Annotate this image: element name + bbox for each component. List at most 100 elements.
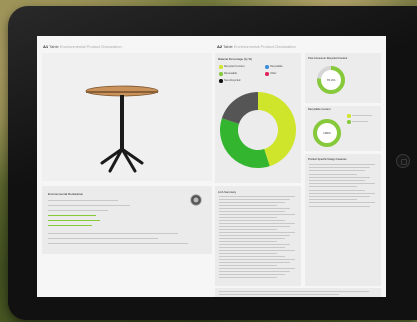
text-line: [219, 208, 290, 209]
text-line: [219, 238, 285, 239]
recycled-title: Post-Consumer Recycled Content: [308, 57, 348, 60]
text-line: [219, 241, 277, 242]
lca-title: LCA Summary: [218, 190, 237, 194]
notes-strip: [215, 288, 381, 297]
text-line: [219, 256, 285, 257]
donut-slice-other: [221, 92, 258, 124]
text-line: [219, 274, 285, 275]
info-line: [48, 210, 108, 212]
text-line: [219, 229, 277, 230]
home-button[interactable]: [396, 154, 410, 168]
text-line: [219, 265, 277, 266]
legend-label: Renewable: [224, 72, 237, 75]
info-green-line: [48, 220, 100, 222]
text-line: [219, 268, 295, 269]
materials-donut-chart: [220, 92, 296, 168]
table-image: [85, 85, 159, 173]
donut-slice-renewable: [220, 118, 270, 168]
text-line: [219, 232, 295, 233]
text-line: [219, 214, 295, 215]
left-section-title: Table: [49, 44, 59, 49]
left-section-number: A1: [43, 44, 49, 49]
table-column: [120, 95, 124, 150]
text-line: [219, 199, 290, 200]
text-line: [309, 205, 370, 207]
text-line: [219, 220, 285, 221]
text-line: [219, 235, 290, 236]
info-line: [48, 233, 178, 235]
text-line: [309, 170, 365, 172]
note-line: [219, 294, 339, 295]
text-line: [219, 196, 295, 197]
legend-swatch: [219, 65, 223, 69]
text-line: [309, 167, 370, 169]
legend-line: [352, 115, 372, 117]
legend-line: [352, 121, 368, 123]
legend-swatch: [265, 65, 269, 69]
text-line: [219, 217, 277, 218]
legend-label: Other: [270, 72, 277, 75]
text-line: [309, 202, 375, 204]
recycled-value: 76.4%: [326, 78, 336, 82]
text-line: [309, 164, 375, 165]
info-line: [48, 238, 158, 240]
left-section-header: A1 Table Environmental Product Declarati…: [43, 44, 122, 49]
right-section-title: Table: [223, 44, 233, 49]
legend-label: Recycled Content: [224, 65, 245, 68]
legend-label: Non-Recycled: [224, 79, 241, 82]
table-edge: [86, 91, 158, 93]
recyclable-panel: Recyclable Content 100%: [305, 106, 381, 151]
text-line: [219, 226, 290, 227]
legend-swatch: [347, 114, 351, 118]
text-line: [309, 192, 375, 194]
text-line: [219, 253, 277, 254]
text-line: [309, 196, 370, 197]
left-section-subtitle: Environmental Product Declaration: [59, 44, 122, 49]
info-line: [48, 200, 118, 202]
legend-swatch: [219, 72, 223, 76]
text-line: [309, 176, 370, 178]
text-line: [219, 262, 290, 263]
recyclable-value: 100%: [323, 131, 331, 135]
text-line: [219, 250, 295, 251]
text-line: [219, 223, 295, 224]
materials-panel: Material Percentage (by W) Recycled Cont…: [215, 53, 301, 183]
text-line: [309, 186, 357, 188]
features-panel: Product Specific Design Features: [305, 154, 381, 286]
text-line: [219, 202, 285, 203]
legend-label: Recyclable: [270, 65, 283, 68]
info-green-line: [48, 225, 92, 227]
info-line: [48, 243, 188, 245]
product-image-panel: [42, 53, 212, 181]
text-line: [309, 189, 365, 191]
info-line: [48, 205, 130, 207]
right-section-subtitle: Environmental Product Declaration: [233, 44, 296, 49]
text-line: [309, 173, 357, 175]
text-line: [219, 244, 290, 245]
legend-swatch: [265, 72, 269, 76]
text-line: [219, 259, 295, 260]
left-info-panel: Environmental Declaration: [42, 186, 212, 254]
text-line: [219, 277, 277, 278]
right-section-header: A2 Table Environmental Product Declarati…: [217, 44, 296, 49]
features-title: Product Specific Design Features: [308, 158, 347, 161]
text-line: [219, 271, 290, 272]
text-line: [219, 247, 285, 248]
recycle-seal-icon: [190, 194, 202, 206]
recyclable-title: Recyclable Content: [308, 108, 331, 111]
lca-panel: LCA Summary: [215, 186, 301, 286]
text-line: [309, 183, 375, 185]
table-base: [100, 147, 144, 173]
text-line: [219, 205, 277, 206]
info-green-line: [48, 215, 96, 217]
text-line: [309, 180, 365, 181]
left-info-title: Environmental Declaration: [48, 192, 84, 196]
text-line: [219, 211, 285, 212]
right-section-number: A2: [217, 44, 223, 49]
legend-swatch: [347, 120, 351, 124]
note-line: [219, 291, 369, 292]
text-line: [309, 199, 357, 201]
materials-title: Material Percentage (by W): [218, 57, 253, 61]
legend-swatch: [219, 79, 223, 83]
recycled-panel: Post-Consumer Recycled Content 76.4%: [305, 53, 381, 103]
